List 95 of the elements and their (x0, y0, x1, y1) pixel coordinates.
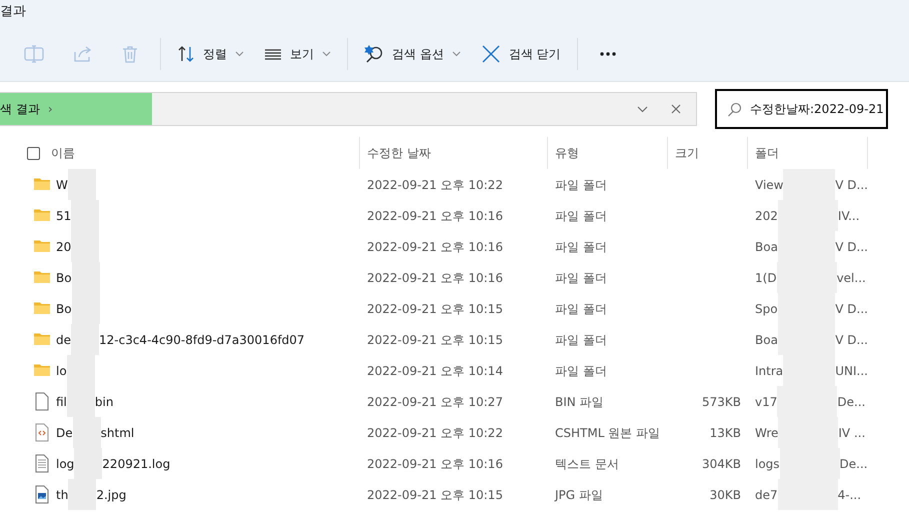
date-cell-text: 2022-09-21 오후 10:15 (366, 486, 504, 504)
chevron-down-icon (452, 50, 461, 56)
date-cell-text: 2022-09-21 오후 10:15 (366, 332, 504, 348)
folder-cell-text: v17 (755, 394, 778, 410)
folder-cell-text: Boa (755, 238, 778, 256)
type-cell-text: 파일 폴더 (554, 238, 608, 256)
folder-cell-text: 1(D (755, 270, 777, 286)
folder-cell-text: V D... (835, 300, 868, 318)
type-cell-text: JPG 파일 (553, 486, 604, 504)
search-options-icon (364, 44, 384, 64)
folder-cell-text: V D... (835, 176, 868, 194)
text-file-icon (33, 454, 51, 473)
window-title: 결과 (0, 3, 27, 21)
sort-button[interactable]: 정렬 (167, 36, 254, 72)
file-name[interactable]: 51 (56, 206, 72, 224)
date-cell-text: 2022-09-21 오후 10:22 (366, 176, 504, 194)
date-cell-text: 2022-09-21 오후 10:22 (366, 424, 504, 442)
file-name[interactable]: 2.jpg (96, 486, 126, 504)
folder-cell-text: View (755, 176, 784, 194)
folder-cell-text: Wre (755, 424, 778, 442)
breadcrumb[interactable]: 색 결과 › (0, 93, 152, 125)
search-field[interactable]: 수정한날짜:2022-09-21 (750, 100, 890, 118)
date-cell-text: 2022-09-21 오후 10:15 (366, 300, 504, 318)
date-cell-text: 2022-09-21 오후 10:16 (366, 238, 504, 256)
size-cell: 573KB (702, 394, 741, 408)
file-name[interactable]: De (56, 424, 73, 442)
chevron-down-icon (235, 50, 244, 56)
type-cell-text: 텍스트 문서 (554, 456, 620, 472)
search-options-button[interactable]: 검색 옵션 (354, 36, 471, 72)
file-name[interactable]: log (56, 454, 74, 472)
type-cell-text: 파일 폴더 (554, 362, 608, 380)
folder-cell-text: V D... (835, 332, 868, 348)
size-cell: 30KB (710, 488, 741, 502)
type-cell-text: 파일 폴더 (554, 176, 608, 194)
file-name[interactable]: 20 (56, 238, 72, 256)
chevron-down-icon (636, 106, 648, 112)
date-cell-text: 2022-09-21 오후 10:27 (366, 394, 504, 410)
folder-cell-text: de7 (755, 486, 778, 504)
folder-cell-text: IV... (838, 208, 860, 224)
date-cell-text: 2022-09-21 오후 10:14 (366, 362, 504, 380)
folder-cell-text: Spo (755, 300, 778, 318)
folder-cell-text: 4-... (838, 486, 862, 504)
code-file-icon (33, 423, 51, 442)
chevron-down-icon (322, 50, 331, 56)
folder-cell-text: UNI... (835, 362, 868, 380)
column-header[interactable]: 유형 (555, 144, 579, 162)
image-file-icon (33, 485, 51, 504)
select-all-checkbox[interactable] (27, 146, 40, 160)
type-cell-text: 파일 폴더 (554, 332, 608, 348)
sort-icon (177, 44, 195, 64)
folder-cell-text: V D... (835, 238, 868, 256)
file-name[interactable]: 12-c3c4-4c90-8fd9-d7a30016fd07 (99, 330, 305, 348)
close-icon (671, 104, 681, 114)
file-name[interactable]: 220921.log (102, 454, 170, 472)
column-header[interactable]: 폴더 (755, 144, 779, 162)
trash-icon (120, 44, 140, 64)
close-search-button[interactable]: 검색 닫기 (470, 36, 571, 72)
file-name[interactable]: Bo (56, 268, 72, 286)
share-icon (72, 44, 92, 64)
file-name[interactable]: fil (56, 392, 67, 410)
search-icon (727, 102, 742, 116)
folder-cell-text: vel... (836, 270, 866, 286)
folder-cell-text: Boa (755, 332, 778, 348)
size-cell: 13KB (710, 426, 741, 440)
folder-cell-text: De... (837, 394, 866, 410)
type-cell-text: 파일 폴더 (554, 208, 608, 224)
date-cell-text: 2022-09-21 오후 10:16 (366, 270, 504, 286)
date-cell-text: 2022-09-21 오후 10:16 (366, 456, 504, 472)
type-cell-text: CSHTML 원본 파일 (554, 424, 662, 442)
file-name[interactable]: de (56, 330, 71, 348)
search-box[interactable]: 수정한날짜:2022-09-21 (715, 89, 888, 129)
file-icon (33, 392, 51, 411)
rename-icon (23, 44, 45, 64)
file-name[interactable]: shtml (100, 424, 134, 442)
file-name[interactable]: bin (94, 392, 114, 410)
type-cell-text: 파일 폴더 (554, 300, 608, 318)
column-header[interactable]: 크기 (675, 144, 699, 162)
column-header[interactable]: 수정한 날짜 (367, 144, 431, 162)
close-icon (480, 44, 501, 64)
folder-cell-text: Intra (755, 362, 784, 380)
more-icon (598, 50, 617, 58)
file-name[interactable]: W (56, 176, 68, 194)
folder-cell-text: IV ... (838, 424, 866, 442)
folder-cell-text: De... (840, 456, 868, 472)
folder-cell-text: logs (755, 456, 780, 472)
file-name[interactable]: Bo (56, 300, 72, 318)
folder-cell-text: 202 (755, 208, 778, 224)
date-cell-text: 2022-09-21 오후 10:16 (366, 208, 504, 224)
file-name[interactable]: th (56, 486, 68, 504)
view-button[interactable]: 보기 (254, 36, 341, 72)
size-cell: 304KB (702, 456, 741, 470)
file-name[interactable]: lo (56, 362, 67, 380)
type-cell-text: BIN 파일 (554, 394, 605, 410)
column-header[interactable]: 이름 (51, 144, 75, 162)
type-cell-text: 파일 폴더 (554, 270, 608, 286)
